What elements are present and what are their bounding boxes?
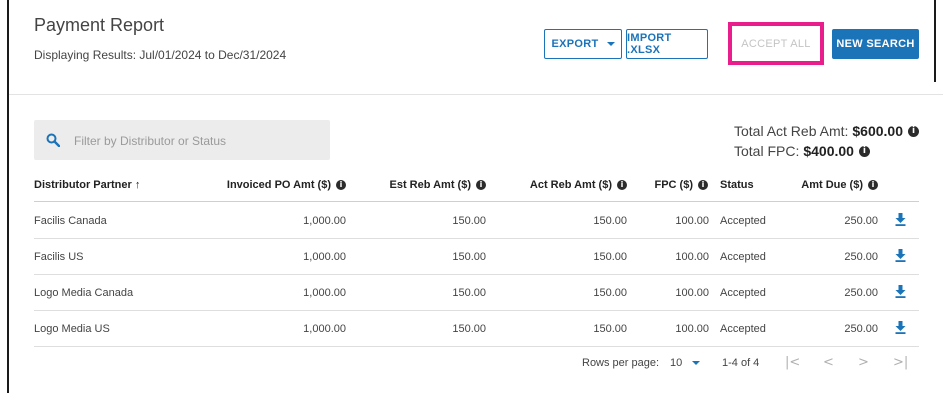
cell-est-reb: 150.00 [452,215,486,227]
cell-invoiced-po: 1,000.00 [303,287,346,299]
cell-distributor: Facilis US [34,251,84,263]
download-icon[interactable] [895,285,906,298]
window-right-border [934,0,936,82]
download-icon[interactable] [895,213,906,226]
cell-status: Accepted [720,215,766,227]
search-placeholder: Filter by Distributor or Status [74,134,227,148]
cell-act-reb: 150.00 [593,215,627,227]
table-row[interactable]: Logo Media Canada 1,000.00 150.00 150.00… [34,274,919,311]
cell-invoiced-po: 1,000.00 [303,251,346,263]
column-header-distributor[interactable]: Distributor Partner ↑ [34,179,140,191]
header-divider [9,94,943,95]
info-icon[interactable]: i [476,180,486,190]
table-row[interactable]: Logo Media US 1,000.00 150.00 150.00 100… [34,310,919,347]
cell-est-reb: 150.00 [452,323,486,335]
cell-act-reb: 150.00 [593,287,627,299]
rows-per-page-select[interactable]: 10 [670,357,701,369]
export-label: EXPORT [551,38,599,50]
column-header-act-reb[interactable]: Act Reb Amt ($) i [500,179,627,191]
cell-est-reb: 150.00 [452,251,486,263]
column-label: Status [720,179,754,191]
window-left-border [7,0,9,393]
column-label: Distributor Partner ↑ [34,179,141,191]
first-page-icon[interactable]: |< [785,355,800,370]
cell-act-reb: 150.00 [593,251,627,263]
cell-fpc: 100.00 [675,251,709,263]
total-act-reb-value: $600.00 [852,123,903,139]
column-header-est-reb[interactable]: Est Reb Amt ($) i [360,179,486,191]
import-xlsx-button[interactable]: IMPORT .XLSX [626,29,708,59]
totals-summary: Total Act Reb Amt: $600.00 i Total FPC: … [734,121,919,161]
column-label: Act Reb Amt ($) [529,179,612,191]
page-title: Payment Report [34,15,165,35]
new-search-button[interactable]: NEW SEARCH [832,29,919,59]
rows-per-page-value: 10 [670,357,683,369]
search-input[interactable]: Filter by Distributor or Status [34,120,330,160]
info-icon[interactable]: i [698,180,708,190]
search-icon [46,133,60,147]
column-header-invoiced-po[interactable]: Invoiced PO Amt ($) i [200,179,346,191]
cell-amt-due: 250.00 [844,287,878,299]
export-button[interactable]: EXPORT [544,29,622,59]
column-label: Amt Due ($) [801,179,863,191]
cell-distributor: Logo Media US [34,323,110,335]
column-label: Invoiced PO Amt ($) [226,179,331,191]
accept-all-button[interactable]: ACCEPT ALL [736,29,816,59]
column-header-fpc[interactable]: FPC ($) i [640,179,708,191]
page-range: 1-4 of 4 [722,357,760,369]
chevron-down-icon [692,361,701,365]
column-header-status[interactable]: Status [720,179,754,191]
total-act-reb-label: Total Act Reb Amt: [734,123,849,139]
rows-per-page-label: Rows per page: [582,357,660,369]
table-row[interactable]: Facilis Canada 1,000.00 150.00 150.00 10… [34,202,919,239]
next-page-icon[interactable]: > [858,355,869,370]
column-label: Est Reb Amt ($) [389,179,472,191]
cell-invoiced-po: 1,000.00 [303,215,346,227]
cell-act-reb: 150.00 [593,323,627,335]
info-icon[interactable]: i [908,125,919,137]
cell-est-reb: 150.00 [452,287,486,299]
cell-fpc: 100.00 [675,323,709,335]
cell-amt-due: 250.00 [844,215,878,227]
cell-status: Accepted [720,287,766,299]
cell-amt-due: 250.00 [844,251,878,263]
info-icon[interactable]: i [868,180,878,190]
cell-status: Accepted [720,251,766,263]
chevron-down-icon [606,42,615,46]
total-fpc-value: $400.00 [803,143,854,159]
cell-invoiced-po: 1,000.00 [303,323,346,335]
cell-fpc: 100.00 [675,215,709,227]
total-fpc-row: Total FPC: $400.00 i [734,141,919,161]
info-icon[interactable]: i [858,145,870,157]
cell-distributor: Logo Media Canada [34,287,134,299]
column-label: FPC ($) [654,179,694,191]
download-icon[interactable] [895,249,906,262]
cell-status: Accepted [720,323,766,335]
prev-page-icon[interactable]: < [823,355,834,370]
column-header-amt-due[interactable]: Amt Due ($) i [770,179,878,191]
date-range-subtitle: Displaying Results: Jul/01/2024 to Dec/3… [34,48,287,62]
info-icon[interactable]: i [336,180,346,190]
download-icon[interactable] [895,321,906,334]
cell-fpc: 100.00 [675,287,709,299]
table-row[interactable]: Facilis US 1,000.00 150.00 150.00 100.00… [34,238,919,275]
cell-distributor: Facilis Canada [34,215,107,227]
total-fpc-label: Total FPC: [734,143,800,159]
info-icon[interactable]: i [617,180,627,190]
total-act-reb-row: Total Act Reb Amt: $600.00 i [734,121,919,141]
cell-amt-due: 250.00 [844,323,878,335]
last-page-icon[interactable]: >| [893,355,908,370]
